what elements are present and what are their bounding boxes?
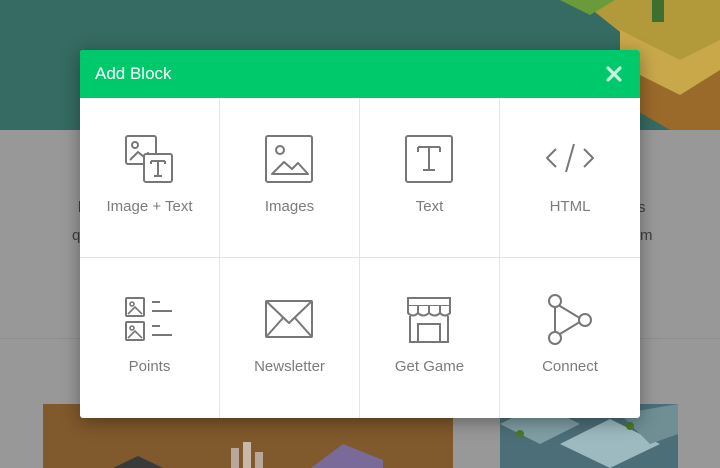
block-grid: Image + Text Images Text HTML Points New… [80, 98, 640, 418]
envelope-icon [265, 300, 313, 338]
block-option-images[interactable]: Images [220, 98, 360, 258]
block-option-connect[interactable]: Connect [500, 258, 640, 418]
image-icon [265, 135, 313, 183]
block-option-label: Connect [542, 358, 598, 375]
block-option-label: Text [415, 198, 444, 215]
block-option-label: Newsletter [254, 358, 325, 375]
block-option-label: Get Game [394, 358, 465, 375]
storefront-icon [407, 297, 451, 343]
block-option-points[interactable]: Points [80, 258, 220, 418]
text-icon [405, 135, 453, 183]
dialog-header: Add Block [80, 50, 640, 98]
dialog-title: Add Block [95, 64, 172, 83]
block-option-html[interactable]: HTML [500, 98, 640, 258]
block-option-label: HTML [549, 198, 591, 215]
share-icon [548, 294, 592, 345]
side-text-right: s m [638, 199, 653, 244]
image-text-icon [125, 135, 173, 183]
block-option-get-game[interactable]: Get Game [360, 258, 500, 418]
block-option-newsletter[interactable]: Newsletter [220, 258, 360, 418]
add-block-dialog: Add Block Image + Text Images Text HTML … [80, 50, 640, 418]
checklist-icon [125, 297, 172, 341]
block-option-label: Image + Text [106, 198, 193, 215]
code-icon [546, 143, 594, 173]
block-option-text[interactable]: Text [360, 98, 500, 258]
block-option-label: Images [264, 198, 315, 215]
block-option-image-text[interactable]: Image + Text [80, 98, 220, 258]
close-icon[interactable] [604, 64, 624, 84]
block-option-label: Points [128, 358, 171, 375]
